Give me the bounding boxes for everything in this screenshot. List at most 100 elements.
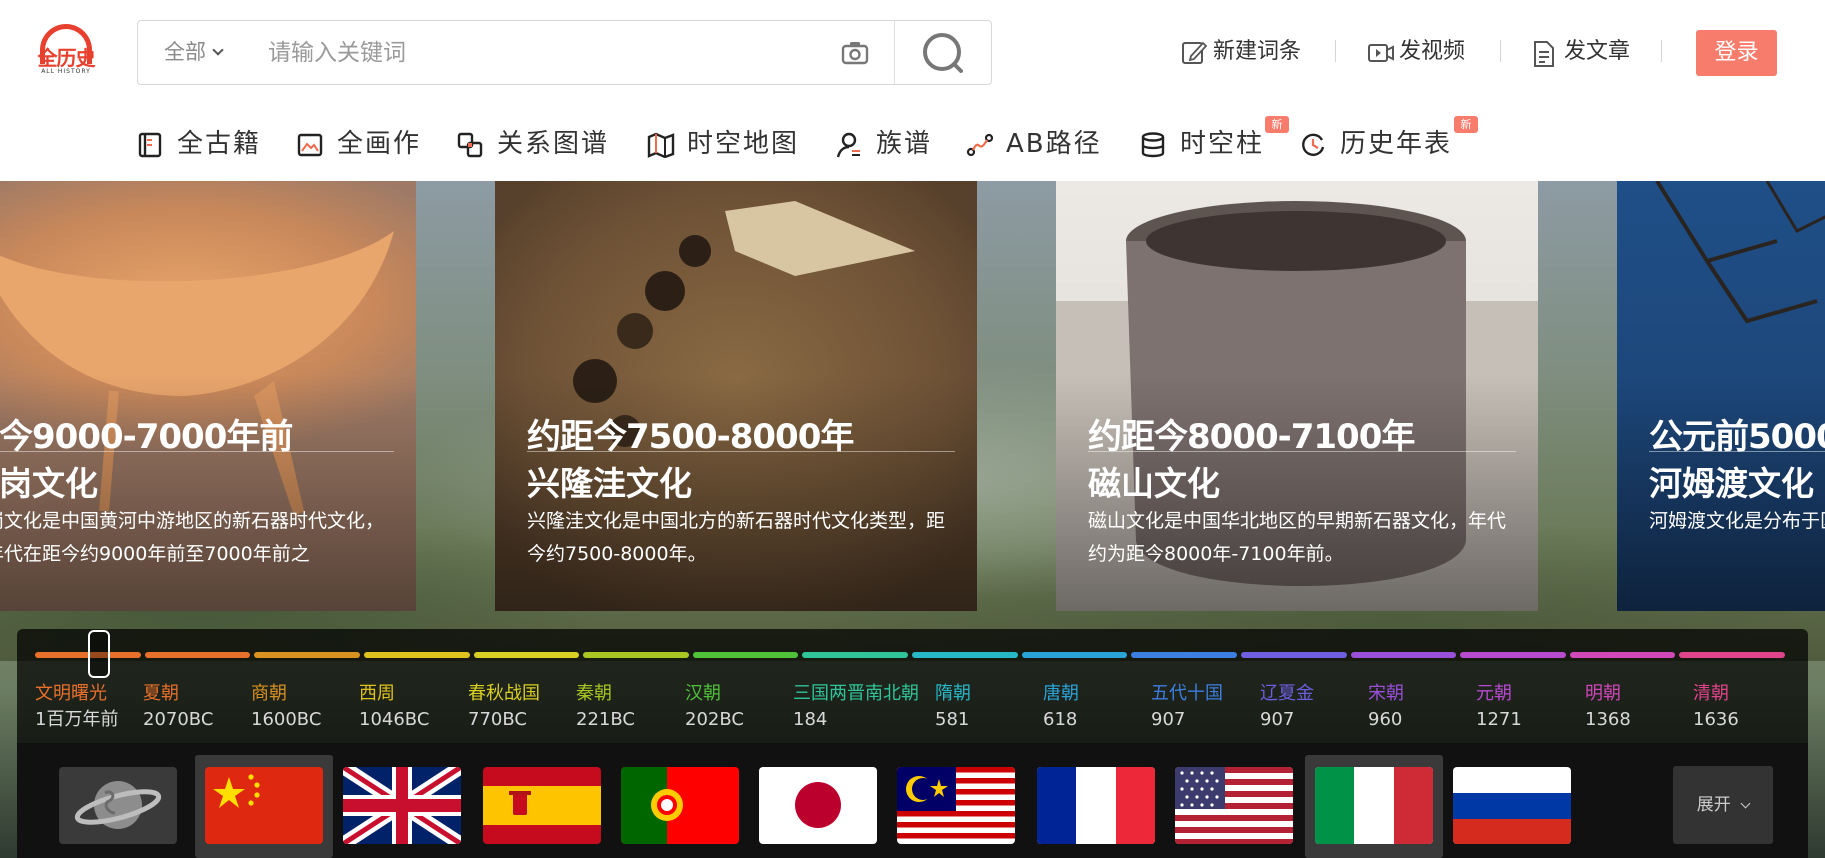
card-rule xyxy=(0,451,394,452)
dynasty-name: 三国两晋南北朝 xyxy=(793,683,919,704)
dynasty-label[interactable]: 唐朝 618 xyxy=(1043,681,1079,733)
dynasty-label[interactable]: 汉朝 202BC xyxy=(685,681,744,733)
dynasty-label[interactable]: 明朝 1368 xyxy=(1585,681,1631,733)
portugal-flag[interactable] xyxy=(621,767,739,844)
dynasty-label[interactable]: 西周 1046BC xyxy=(359,681,429,733)
dynasty-start-year: 907 xyxy=(1151,709,1186,730)
nav-label: 全古籍 xyxy=(177,129,262,159)
dynasty-start-year: 202BC xyxy=(685,709,744,730)
dynasty-start-year: 1636 xyxy=(1693,709,1739,730)
culture-card[interactable]: 距今9000-7000年前 李岗文化 李岗文化是中国黄河中游地区的新石器时代文化… xyxy=(0,181,416,611)
culture-card[interactable]: 约距今8000-7100年 磁山文化 磁山文化是中国华北地区的早期新石器文化，年… xyxy=(1056,181,1538,611)
dynasty-label[interactable]: 辽夏金 907 xyxy=(1260,681,1314,733)
nav-label: 时空柱 xyxy=(1180,129,1265,159)
japan-flag[interactable] xyxy=(759,767,877,844)
italy-flag[interactable] xyxy=(1315,767,1433,844)
dynasty-name: 商朝 xyxy=(251,683,287,704)
timeline-segment[interactable] xyxy=(692,652,799,658)
dynasty-name: 文明曙光 xyxy=(35,683,107,704)
dynasty-label[interactable]: 秦朝 221BC xyxy=(576,681,635,733)
dynasty-label[interactable]: 夏朝 2070BC xyxy=(143,681,213,733)
relation-icon xyxy=(457,132,483,158)
timeline-segment[interactable] xyxy=(1240,652,1347,658)
spain-flag[interactable] xyxy=(483,767,601,844)
dynasty-label[interactable]: 清朝 1636 xyxy=(1693,681,1739,733)
book-icon xyxy=(138,132,162,158)
search-button[interactable] xyxy=(895,21,992,84)
post-video-label: 发视频 xyxy=(1399,39,1466,64)
dynasty-label[interactable]: 五代十国 907 xyxy=(1151,681,1223,733)
edit-icon xyxy=(1182,41,1207,64)
dynasty-label[interactable]: 商朝 1600BC xyxy=(251,681,321,733)
timeline-segment[interactable] xyxy=(1569,652,1676,658)
dynasty-label[interactable]: 文明曙光 1百万年前 xyxy=(35,681,118,733)
header-separator xyxy=(1661,40,1662,62)
timeline-segment[interactable] xyxy=(912,652,1018,658)
dynasty-start-year: 221BC xyxy=(576,709,635,730)
dynasty-name: 宋朝 xyxy=(1368,683,1404,704)
card-shade xyxy=(1617,181,1825,611)
timeline-segment[interactable] xyxy=(583,652,689,658)
dynasty-label[interactable]: 隋朝 581 xyxy=(935,681,971,733)
timeline-segment[interactable] xyxy=(363,652,470,658)
header-separator xyxy=(1335,40,1336,62)
card-rule xyxy=(1649,451,1825,452)
site-logo[interactable]: 全历史 ALL HISTORY xyxy=(34,24,98,76)
dynasty-name: 隋朝 xyxy=(935,683,971,704)
dynasty-label[interactable]: 三国两晋南北朝 184 xyxy=(793,681,919,733)
dynasty-name: 唐朝 xyxy=(1043,683,1079,704)
nav-label: 全画作 xyxy=(337,129,422,159)
world-icon[interactable] xyxy=(59,767,177,844)
france-flag[interactable] xyxy=(1037,767,1155,844)
card-rule xyxy=(527,451,955,452)
login-button[interactable]: 登录 xyxy=(1696,30,1777,76)
timeline-segment[interactable] xyxy=(254,652,360,658)
genealogy-icon xyxy=(836,132,860,158)
timeline-segment[interactable] xyxy=(1460,652,1566,658)
timeline-segment[interactable] xyxy=(1021,652,1128,658)
new-entry-label: 新建词条 xyxy=(1213,39,1302,64)
logo-subtext: ALL HISTORY xyxy=(41,68,91,75)
logo-text: 全历史 xyxy=(37,46,96,70)
russia-flag[interactable] xyxy=(1453,767,1571,844)
dynasty-label[interactable]: 宋朝 960 xyxy=(1368,681,1404,733)
usa-flag[interactable] xyxy=(1175,767,1293,844)
timeline-segment[interactable] xyxy=(473,652,580,658)
timeline-slider-handle[interactable] xyxy=(88,630,110,678)
camera-icon[interactable] xyxy=(840,38,870,68)
feature-nav: 全古籍 全画作 关系图谱 时空地图 族谱 AB路径 时空柱 新 历史年表 新 xyxy=(0,106,1825,181)
map-icon xyxy=(647,132,675,158)
culture-card[interactable]: 约距今7500-8000年 兴隆洼文化 兴隆洼文化是中国北方的新石器时代文化类型… xyxy=(495,181,977,611)
dynasty-name: 夏朝 xyxy=(143,683,179,704)
dynasty-name: 明朝 xyxy=(1585,683,1621,704)
timeline-segment[interactable] xyxy=(802,652,908,658)
post-article-label: 发文章 xyxy=(1564,39,1631,64)
new-badge: 新 xyxy=(1454,116,1478,133)
timeline-segment[interactable] xyxy=(1350,652,1457,658)
dynasty-start-year: 1600BC xyxy=(251,709,322,730)
card-rule xyxy=(1088,451,1516,452)
timeline-segment[interactable] xyxy=(1679,652,1785,658)
dynasty-start-year: 770BC xyxy=(468,709,527,730)
dynasty-name: 五代十国 xyxy=(1151,683,1223,704)
video-icon xyxy=(1368,44,1394,62)
malaysia-flag[interactable] xyxy=(897,767,1015,844)
dynasty-label[interactable]: 春秋战国 770BC xyxy=(468,681,540,733)
header-separator xyxy=(1500,40,1501,62)
timeline-segment[interactable] xyxy=(1131,652,1237,658)
dynasty-name: 元朝 xyxy=(1476,683,1512,704)
dynasty-start-year: 2070BC xyxy=(143,709,214,730)
dynasty-start-year: 960 xyxy=(1368,709,1403,730)
culture-card[interactable]: 公元前5000 河姆渡文化 河姆渡文化是分布于区至舟山群岛的新石 xyxy=(1617,181,1825,611)
dynasty-start-year: 1百万年前 xyxy=(35,709,119,730)
expand-countries-button[interactable]: 展开 xyxy=(1673,766,1773,844)
dynasty-name: 西周 xyxy=(359,683,395,704)
search-scope-select[interactable]: 全部 xyxy=(164,21,224,84)
uk-flag[interactable] xyxy=(343,767,461,844)
dynasty-label[interactable]: 元朝 1271 xyxy=(1476,681,1522,733)
china-flag[interactable] xyxy=(205,767,323,844)
chevron-down-icon xyxy=(212,44,224,56)
nav-label: 族谱 xyxy=(876,129,933,159)
timeline-segment[interactable] xyxy=(144,652,251,658)
search-scope-label: 全部 xyxy=(164,40,206,64)
